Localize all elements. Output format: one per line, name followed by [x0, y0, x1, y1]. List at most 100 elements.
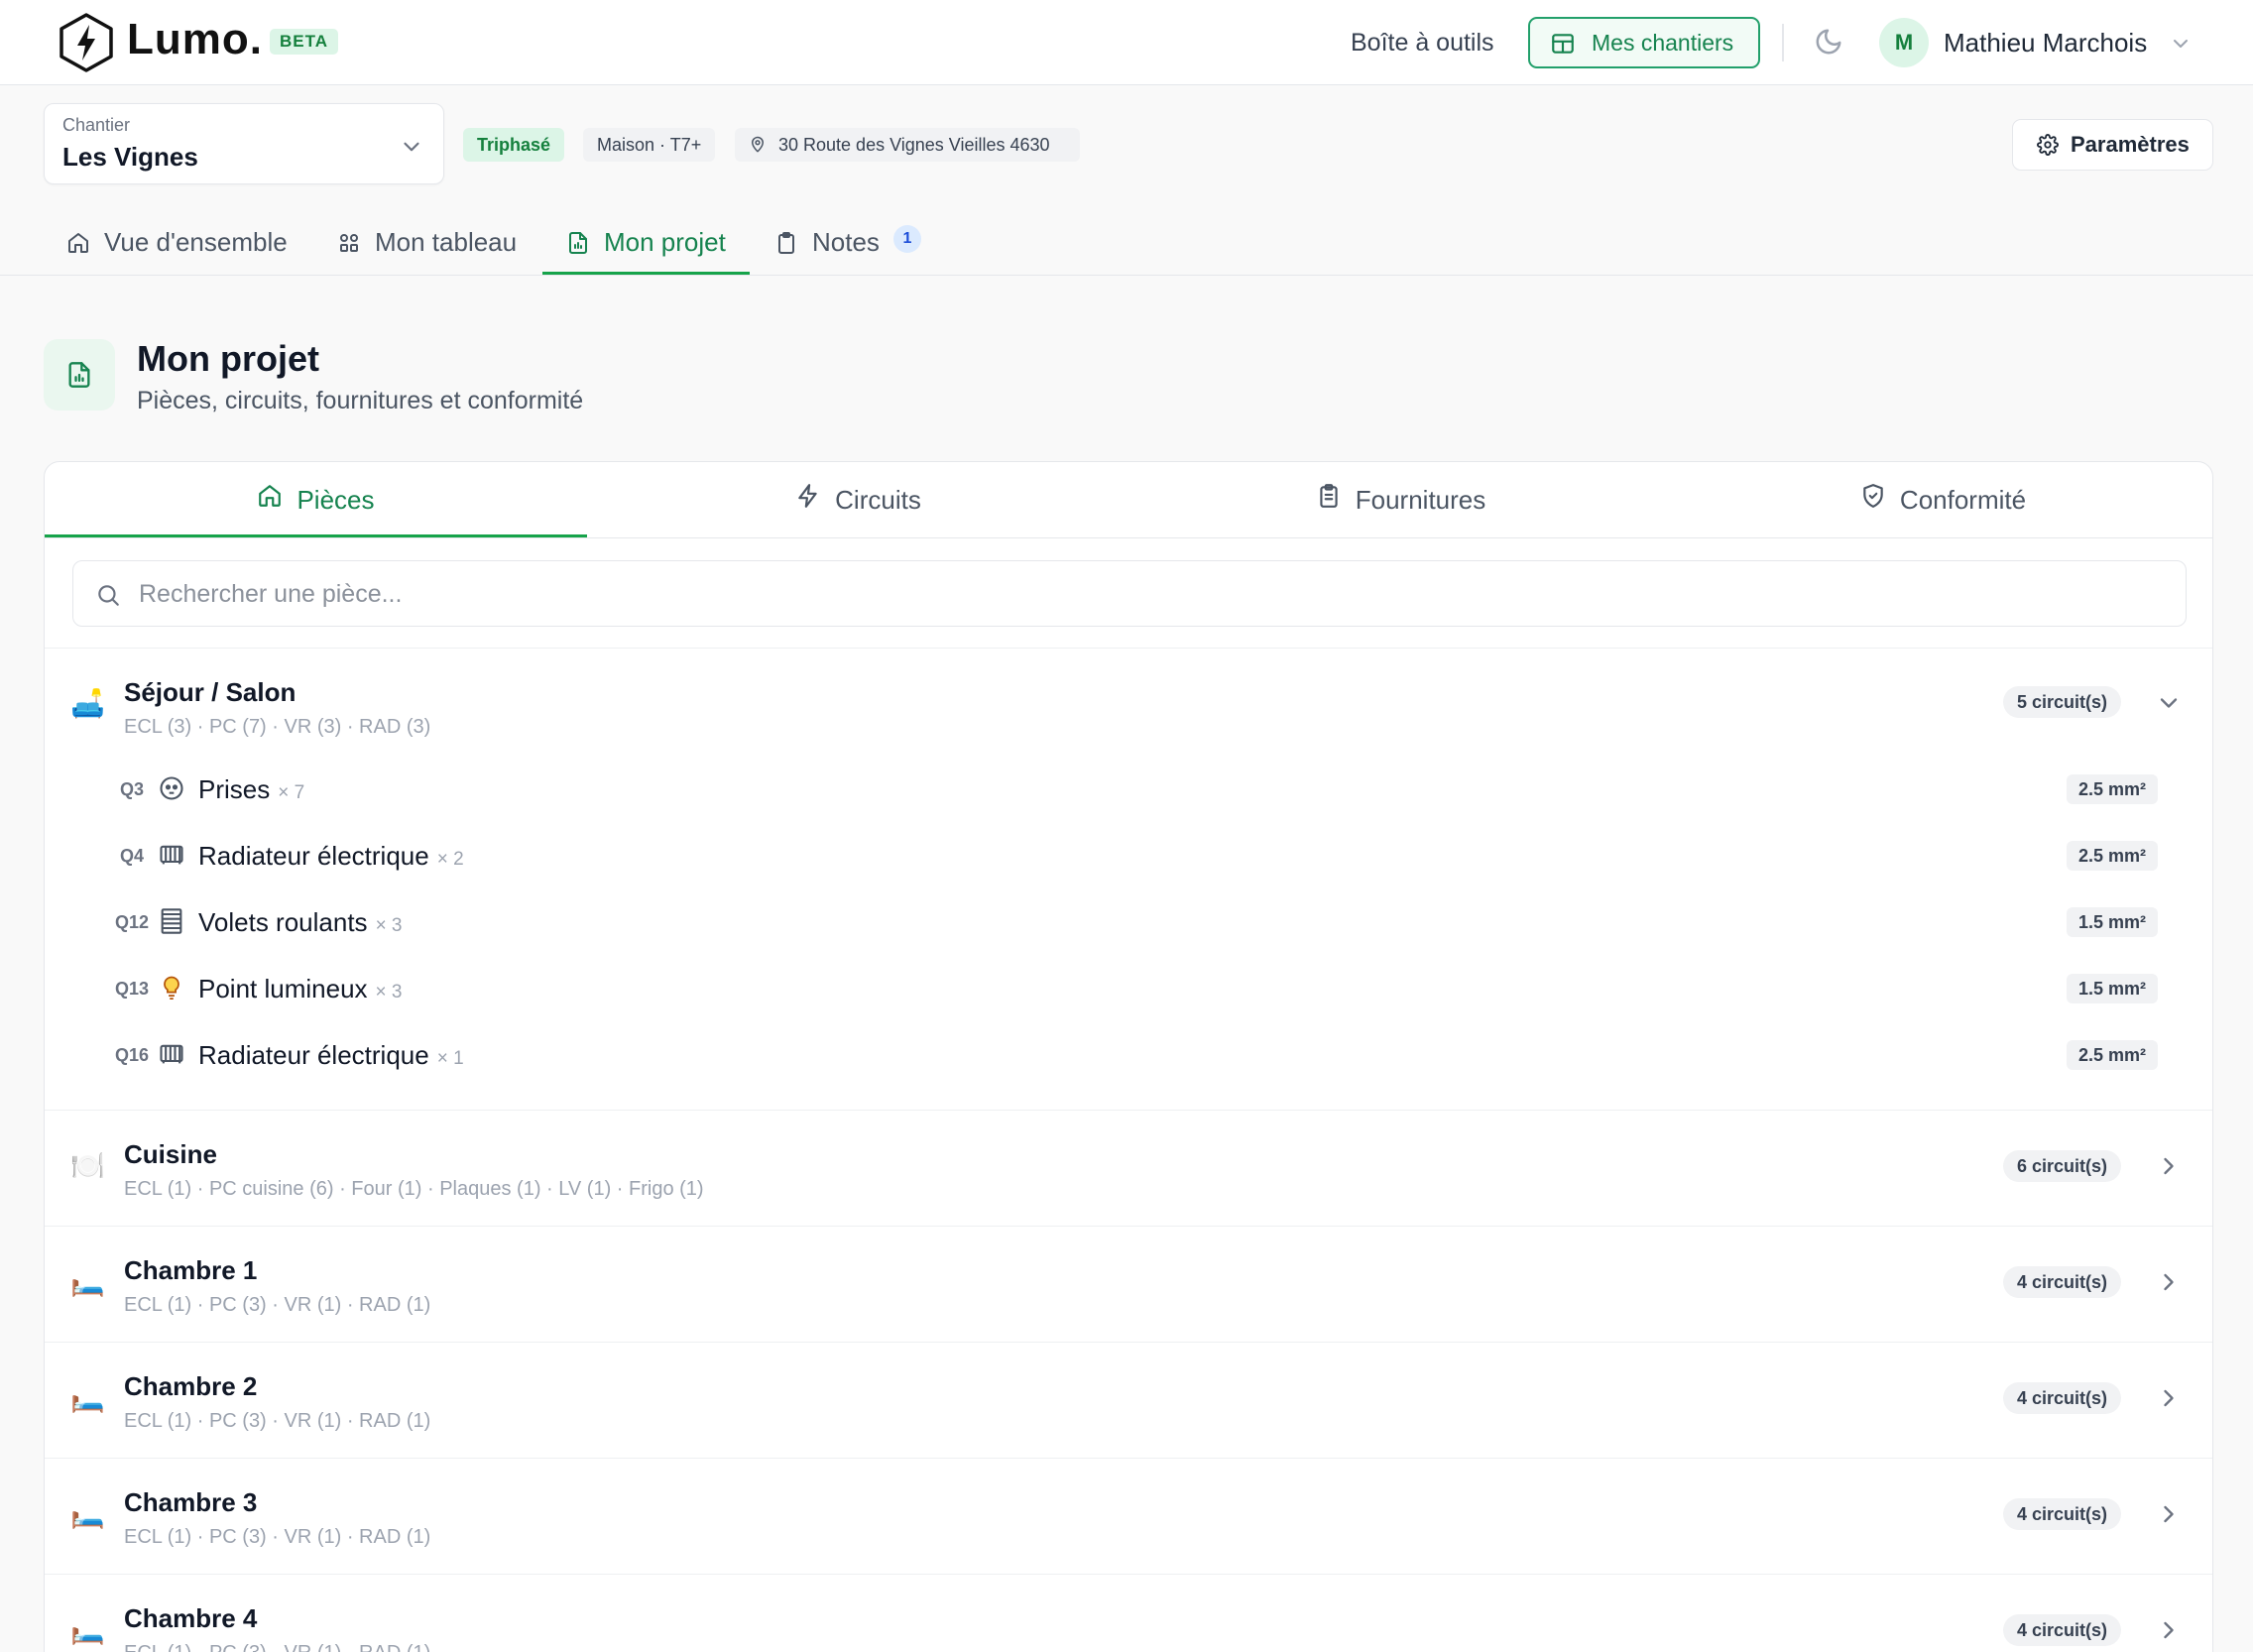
circuit-count-badge: 4 circuit(s): [2003, 1382, 2122, 1414]
circuit-row[interactable]: Q13 Point lumineux × 3 1.5 mm²: [45, 959, 2212, 1018]
house-type-tag: Maison · T7+: [583, 128, 716, 162]
tab-supplies-label: Fournitures: [1355, 485, 1486, 515]
tab-divider: [45, 537, 2212, 538]
nav-my-board-label: Mon tableau: [375, 227, 518, 257]
cable-section-badge: 1.5 mm²: [2067, 974, 2159, 1003]
nav-overview-label: Vue d'ensemble: [104, 227, 288, 257]
page-subtitle: Pièces, circuits, fournitures et conform…: [137, 387, 584, 414]
home-icon: [68, 233, 88, 253]
my-sites-button[interactable]: Mes chantiers: [1528, 17, 1760, 68]
nav-overview[interactable]: Vue d'ensemble: [66, 222, 288, 262]
room-sejour-salon[interactable]: 🛋️ Séjour / Salon ECL (3) · PC (7) · VR …: [45, 648, 2212, 1110]
tab-supplies[interactable]: Fournitures: [1129, 462, 1672, 537]
cable-section-badge: 2.5 mm²: [2067, 774, 2159, 804]
circuit-code: Q13: [114, 979, 150, 999]
room-name: Séjour / Salon: [124, 677, 296, 707]
room-summary: ECL (3) · PC (7) · VR (3) · RAD (3): [124, 716, 431, 738]
circuit-count-badge: 4 circuit(s): [2003, 1498, 2122, 1530]
room-chambre-3[interactable]: 🛏️ Chambre 3 ECL (1) · PC (3) · VR (1) ·…: [45, 1458, 2212, 1574]
room-summary: ECL (1) · PC (3) · VR (1) · RAD (1): [124, 1294, 431, 1316]
avatar[interactable]: M: [1879, 18, 1929, 67]
user-name[interactable]: Mathieu Marchois: [1944, 26, 2147, 59]
bed-icon: 🛏️: [70, 1498, 105, 1529]
bed-icon: 🛏️: [70, 1266, 105, 1297]
cable-section-badge: 1.5 mm²: [2067, 907, 2159, 937]
circuit-label: Point lumineux: [198, 974, 368, 1003]
circuit-quantity: × 1: [436, 1048, 464, 1069]
room-summary: ECL (1) · PC (3) · VR (1) · RAD (1): [124, 1526, 431, 1548]
nav-my-project-label: Mon projet: [604, 227, 726, 257]
grid-icon: [340, 234, 358, 252]
chevron-right-icon[interactable]: [2155, 1384, 2183, 1412]
room-name: Chambre 4: [124, 1603, 258, 1633]
shield-check-icon: [1863, 484, 1883, 508]
circuit-label: Volets roulants: [198, 907, 368, 937]
chevron-down-icon: [404, 142, 419, 152]
bed-icon: 🛏️: [70, 1382, 105, 1413]
circuit-row[interactable]: Q12 Volets roulants × 3 1.5 mm²: [45, 892, 2212, 952]
shutter-icon: [161, 908, 182, 934]
page-title: Mon projet: [137, 338, 319, 379]
clipboard-icon: [778, 232, 794, 254]
nav-my-board[interactable]: Mon tableau: [337, 222, 517, 262]
circuit-quantity: × 7: [278, 782, 305, 803]
room-name: Chambre 2: [124, 1371, 258, 1401]
circuit-row[interactable]: Q4 Radiateur électrique × 2 2.5 mm²: [45, 826, 2212, 885]
circuit-label: Radiateur électrique: [198, 841, 429, 871]
brand-name[interactable]: Lumo.: [127, 14, 263, 65]
chevron-down-icon[interactable]: [2155, 689, 2183, 717]
nav-my-project[interactable]: Mon projet: [566, 222, 726, 262]
circuit-code: Q16: [114, 1045, 150, 1065]
room-chambre-2[interactable]: 🛏️ Chambre 2 ECL (1) · PC (3) · VR (1) ·…: [45, 1342, 2212, 1458]
file-chart-icon: [569, 232, 587, 254]
circuit-code: Q4: [119, 846, 144, 866]
chevron-right-icon[interactable]: [2155, 1152, 2183, 1180]
search-icon: [98, 585, 119, 606]
circuit-name: Prises × 7: [198, 760, 304, 823]
map-pin-icon: [752, 136, 764, 153]
circuit-row[interactable]: Q16 Radiateur électrique × 1 2.5 mm²: [45, 1025, 2212, 1085]
tab-circuits[interactable]: Circuits: [587, 462, 1129, 537]
room-cuisine[interactable]: 🍽️ Cuisine ECL (1) · PC cuisine (6) · Fo…: [45, 1110, 2212, 1226]
circuit-code: Q3: [119, 779, 144, 799]
search-input[interactable]: [139, 573, 2162, 615]
circuit-name: Volets roulants × 3: [198, 892, 403, 956]
tab-rooms[interactable]: Pièces: [45, 462, 587, 537]
room-summary: ECL (1) · PC (3) · VR (1) · RAD (1): [124, 1410, 431, 1432]
circuit-name: Point lumineux × 3: [198, 959, 403, 1022]
sofa-icon: 🛋️: [70, 688, 105, 719]
circuit-row[interactable]: Q3 Prises × 7 2.5 mm²: [45, 760, 2212, 819]
beta-badge: BETA: [270, 29, 339, 55]
room-name: Chambre 3: [124, 1487, 258, 1517]
settings-button[interactable]: Paramètres: [2012, 119, 2213, 171]
circuit-name: Radiateur électrique × 1: [198, 1025, 464, 1089]
home-icon: [259, 485, 282, 507]
room-chambre-1[interactable]: 🛏️ Chambre 1 ECL (1) · PC (3) · VR (1) ·…: [45, 1226, 2212, 1342]
room-search: [72, 560, 2187, 627]
site-selector-value: Les Vignes: [62, 142, 198, 172]
project-card: Pièces Circuits Fournitures Conformité 🛋…: [44, 461, 2213, 1652]
header-divider: [1782, 24, 1784, 61]
chevron-down-icon[interactable]: [2169, 32, 2193, 56]
toolbox-link[interactable]: Boîte à outils: [1351, 26, 1494, 59]
circuit-label: Radiateur électrique: [198, 1040, 429, 1070]
lumo-logo-icon[interactable]: [57, 12, 116, 73]
chevron-right-icon[interactable]: [2155, 1500, 2183, 1528]
moon-icon[interactable]: [1814, 27, 1843, 57]
bed-icon: 🛏️: [70, 1614, 105, 1645]
tab-compliance[interactable]: Conformité: [1672, 462, 2212, 537]
room-chambre-4[interactable]: 🛏️ Chambre 4 ECL (1) · PC (3) · VR (1) ·…: [45, 1574, 2212, 1652]
circuit-quantity: × 2: [436, 849, 464, 870]
cable-section-badge: 2.5 mm²: [2067, 1040, 2159, 1070]
tab-compliance-label: Conformité: [1899, 485, 2027, 515]
clipboard-list-icon: [1320, 484, 1338, 508]
radiator-icon: [160, 1044, 183, 1064]
circuit-count-badge: 5 circuit(s): [2003, 686, 2122, 718]
bulb-icon: [164, 976, 179, 1000]
top-header: Lumo. BETA Boîte à outils Mes chantiers …: [0, 0, 2253, 85]
site-selector[interactable]: Chantier Les Vignes: [44, 103, 444, 184]
chevron-right-icon[interactable]: [2155, 1268, 2183, 1296]
nav-notes[interactable]: Notes: [774, 222, 880, 262]
project-icon-tile: [44, 339, 115, 411]
chevron-right-icon[interactable]: [2155, 1616, 2183, 1644]
